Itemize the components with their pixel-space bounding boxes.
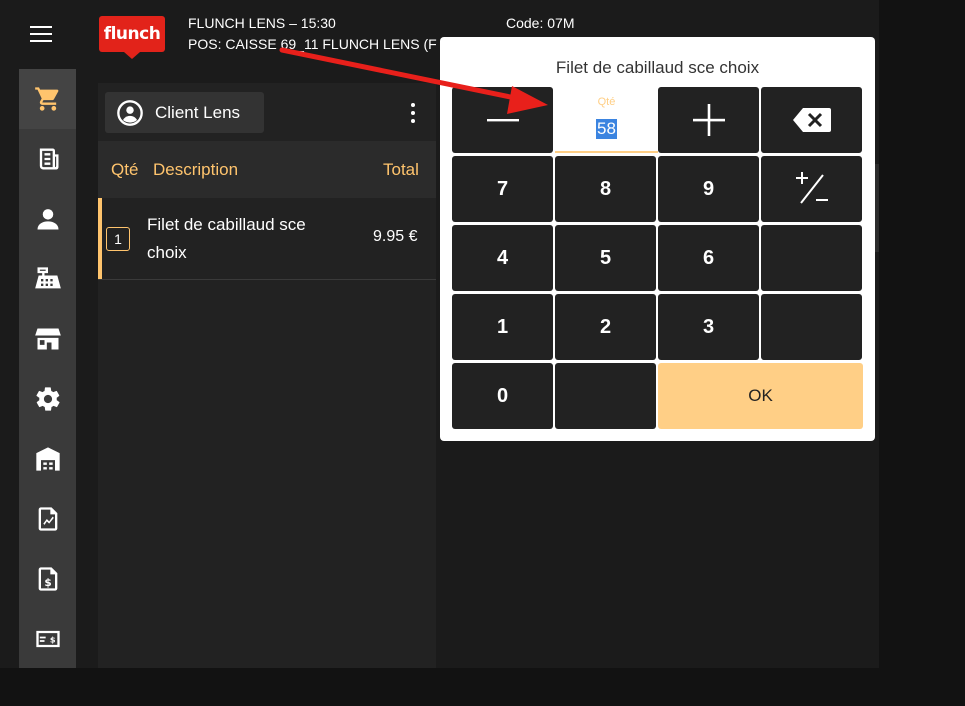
sidebar-item-customers[interactable] xyxy=(19,189,76,249)
more-options-icon[interactable] xyxy=(406,101,420,125)
flunch-logo: flunch xyxy=(99,16,165,59)
gear-icon xyxy=(35,387,60,411)
key-5[interactable]: 5 xyxy=(555,225,656,291)
invoice-dollar-icon: $ xyxy=(38,567,57,591)
key-8[interactable]: 8 xyxy=(555,156,656,222)
user-icon xyxy=(37,209,58,230)
selected-line-indicator xyxy=(98,198,102,279)
quantity-input[interactable]: 58 xyxy=(596,119,617,139)
sidebar-item-settings[interactable] xyxy=(19,369,76,429)
receipt-icon xyxy=(39,148,58,170)
key-1[interactable]: 1 xyxy=(452,294,553,360)
order-line[interactable]: 1 Filet de cabillaud sce choix 9.95 € xyxy=(98,198,436,280)
minus-icon xyxy=(486,119,519,122)
menu-icon[interactable] xyxy=(30,26,52,44)
empty-key xyxy=(555,363,656,429)
decrement-button[interactable] xyxy=(452,87,553,153)
warehouse-icon xyxy=(35,447,60,471)
column-description: Description xyxy=(153,160,239,179)
svg-text:$: $ xyxy=(44,577,51,589)
cart-icon xyxy=(34,87,58,111)
line-total: 9.95 € xyxy=(373,228,418,245)
sidebar: $ $ xyxy=(19,69,76,668)
account-circle-icon xyxy=(117,99,143,126)
ok-button[interactable]: OK xyxy=(658,363,863,429)
column-qty: Qté xyxy=(111,160,139,179)
sidebar-item-receipts[interactable] xyxy=(19,129,76,189)
sidebar-item-invoices[interactable]: $ xyxy=(19,549,76,609)
sidebar-item-cash-register[interactable] xyxy=(19,249,76,309)
sidebar-item-payments[interactable]: $ xyxy=(19,609,76,669)
store-time: FLUNCH LENS – 15:30 xyxy=(188,15,336,31)
plus-minus-icon xyxy=(795,172,828,204)
backspace-button[interactable] xyxy=(761,87,862,153)
line-qty: 1 xyxy=(106,227,130,251)
column-total: Total xyxy=(383,160,419,179)
key-9[interactable]: 9 xyxy=(658,156,759,222)
empty-key xyxy=(761,225,862,291)
sign-toggle-button[interactable] xyxy=(761,156,862,222)
client-name: Client Lens xyxy=(155,102,241,122)
payment-card-icon: $ xyxy=(35,630,60,648)
quantity-dialog: Filet de cabillaud sce choix Qté 58 7 8 … xyxy=(440,37,875,441)
operator-code: Code: 07M xyxy=(506,15,575,31)
key-3[interactable]: 3 xyxy=(658,294,759,360)
key-4[interactable]: 4 xyxy=(452,225,553,291)
sidebar-item-store[interactable] xyxy=(19,309,76,369)
sidebar-item-reports[interactable] xyxy=(19,489,76,549)
sidebar-item-warehouse[interactable] xyxy=(19,429,76,489)
dialog-title: Filet de cabillaud sce choix xyxy=(555,58,760,77)
report-chart-icon xyxy=(38,507,57,531)
empty-key xyxy=(761,294,862,360)
line-description: Filet de cabillaud sce choix xyxy=(147,215,306,262)
pos-info: POS: CAISSE 69_11 FLUNCH LENS (F xyxy=(188,36,437,52)
backspace-icon xyxy=(792,108,831,132)
key-6[interactable]: 6 xyxy=(658,225,759,291)
order-table-header: Qté Description Total xyxy=(98,141,436,198)
key-0[interactable]: 0 xyxy=(452,363,553,429)
key-7[interactable]: 7 xyxy=(452,156,553,222)
plus-icon xyxy=(692,104,725,136)
svg-text:$: $ xyxy=(49,635,55,645)
quantity-field[interactable]: Qté 58 xyxy=(555,87,658,153)
client-button[interactable]: Client Lens xyxy=(105,92,264,133)
increment-button[interactable] xyxy=(658,87,759,153)
quantity-label: Qté xyxy=(597,96,616,108)
cash-register-icon xyxy=(34,267,61,289)
sidebar-item-cart[interactable] xyxy=(19,69,76,129)
order-panel: Client Lens Qté Description Total 1 File… xyxy=(98,83,436,668)
store-icon xyxy=(34,328,61,350)
key-2[interactable]: 2 xyxy=(555,294,656,360)
